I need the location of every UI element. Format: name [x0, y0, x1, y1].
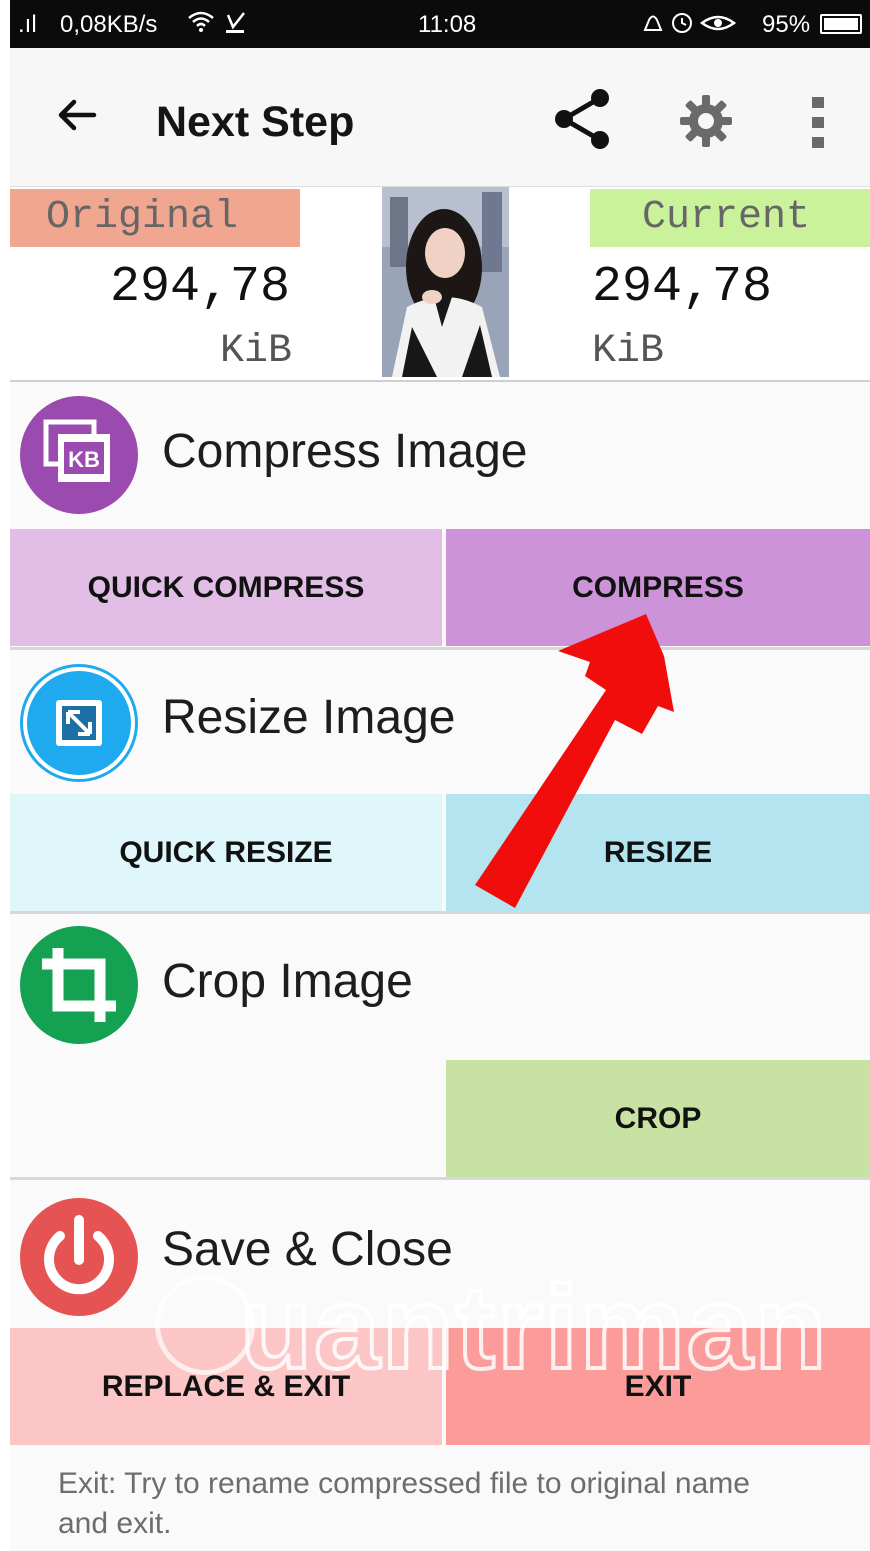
annotation-arrow: [475, 614, 674, 908]
app-screen: .ıl 0,08KB/s 11:08 95% Next Step Origina…: [10, 0, 870, 1551]
